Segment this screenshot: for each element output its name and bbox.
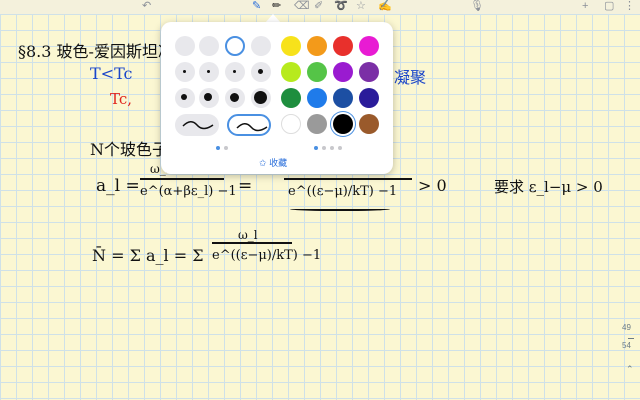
pen-icon[interactable]: ✎ (252, 0, 261, 12)
page-number-total: 54 (622, 341, 631, 350)
page-number-current: 49 (622, 323, 631, 332)
pen-settings-popover: ✩ 收藏 (161, 22, 393, 174)
wave-icon (236, 123, 268, 132)
collect-button[interactable]: ✩ 收藏 (259, 156, 287, 169)
size-option[interactable] (199, 62, 219, 82)
pencil-icon[interactable]: ✏ (272, 0, 281, 12)
size-option[interactable] (251, 88, 271, 108)
size-option[interactable] (199, 88, 219, 108)
color-swatch[interactable] (359, 62, 379, 82)
highlighter-icon[interactable]: ✐ (314, 0, 323, 12)
eq1-fraction-bar (140, 178, 224, 180)
eraser-icon[interactable]: ⌫ (294, 0, 310, 12)
size-option[interactable] (175, 36, 195, 56)
eq2-fraction-bar (212, 242, 292, 244)
stroke-style-pressure[interactable] (227, 114, 271, 136)
color-swatch[interactable] (307, 88, 327, 108)
color-swatch[interactable] (359, 88, 379, 108)
color-swatch[interactable] (359, 114, 379, 134)
color-swatch[interactable] (333, 36, 353, 56)
top-toolbar: ↶ ✎ ✏ ⌫ ✐ ➰ ☆ ✍ 🎙 + ▢ ⋮ (0, 0, 640, 14)
color-swatch[interactable] (333, 88, 353, 108)
shapes-icon[interactable]: ☆ (356, 0, 366, 12)
note-line-n: N个玻色子 (90, 140, 169, 159)
note-line-blue-right: 凝聚 (394, 68, 427, 87)
color-swatch[interactable] (281, 114, 301, 134)
eq1-underline (290, 206, 390, 211)
color-swatch[interactable] (307, 114, 327, 134)
eq1-equals: = (238, 176, 253, 196)
note-line-blue: T<Tc (90, 64, 133, 83)
color-swatch[interactable] (307, 62, 327, 82)
note-line-red: Tc, (110, 90, 133, 108)
add-page-icon[interactable]: + (582, 0, 588, 12)
size-option[interactable] (225, 62, 245, 82)
size-option[interactable] (225, 88, 245, 108)
undo-icon[interactable]: ↶ (142, 0, 151, 12)
eq2-denominator: e^((ε−μ)/kT) −1 (212, 248, 322, 263)
text-icon[interactable]: ✍ (378, 0, 392, 12)
wave-icon (182, 121, 214, 130)
scroll-arrow-icon[interactable]: ⌃ (626, 364, 634, 375)
page-icon[interactable]: ▢ (604, 0, 614, 12)
eq2-left: N̄ = Σ a_l = Σ (92, 246, 204, 265)
eq1-left: a_l = (96, 176, 140, 196)
size-option-selected[interactable] (225, 36, 245, 56)
color-swatch[interactable] (281, 62, 301, 82)
eq1-gt: > 0 (418, 176, 447, 195)
color-swatch[interactable] (281, 88, 301, 108)
color-swatch[interactable] (281, 36, 301, 56)
lasso-icon[interactable]: ➰ (334, 0, 348, 12)
size-option[interactable] (251, 62, 271, 82)
page-number-divider (628, 338, 634, 339)
color-swatch[interactable] (333, 62, 353, 82)
color-swatch[interactable] (333, 114, 353, 134)
collect-label: 收藏 (269, 158, 288, 168)
color-swatch[interactable] (307, 36, 327, 56)
size-option[interactable] (175, 62, 195, 82)
eq1-fraction-bar-2 (284, 178, 412, 180)
eq1-requirement: 要求 ε_l−μ > 0 (494, 178, 603, 196)
stroke-style-normal[interactable] (175, 114, 219, 136)
eq1-denominator-2: e^((ε−μ)/kT) −1 (288, 184, 398, 199)
eq1-denominator: e^(α+βε_l) −1 (140, 184, 237, 199)
more-icon[interactable]: ⋮ (624, 0, 635, 12)
star-icon: ✩ (259, 158, 267, 168)
size-option[interactable] (251, 36, 271, 56)
color-swatch[interactable] (359, 36, 379, 56)
eq2-numerator: ω_l (238, 228, 258, 242)
size-option[interactable] (199, 36, 219, 56)
mic-icon[interactable]: 🎙 (470, 0, 484, 12)
size-option[interactable] (175, 88, 195, 108)
